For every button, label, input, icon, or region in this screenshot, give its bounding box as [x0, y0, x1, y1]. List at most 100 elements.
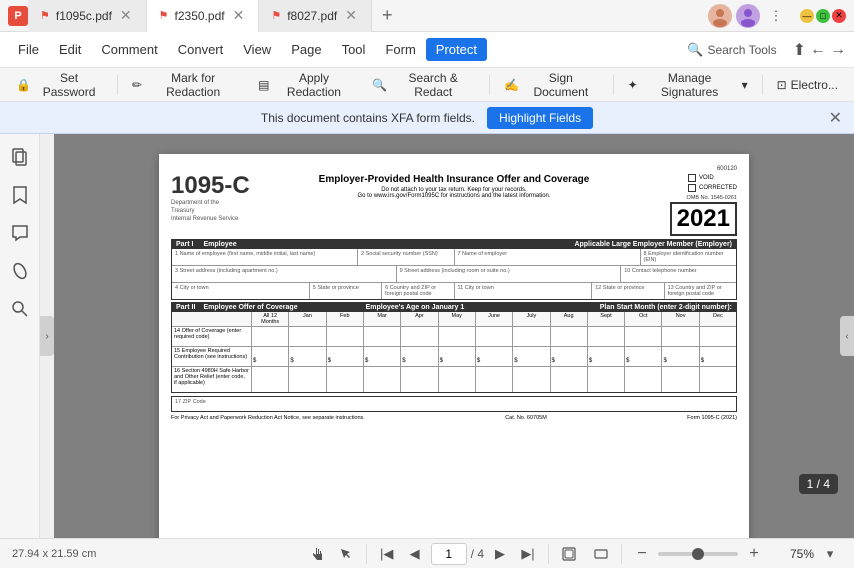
sidebar — [0, 134, 40, 538]
tab-icon-2: ⚑ — [159, 9, 169, 22]
set-password-button[interactable]: 🔒 Set Password — [8, 67, 111, 103]
manage-signatures-button[interactable]: ✦ Manage Signatures ▾ — [620, 67, 756, 103]
sidebar-item-attachment[interactable] — [5, 256, 35, 286]
tab-f1095c[interactable]: ⚑ f1095c.pdf ✕ — [28, 0, 147, 32]
more-options-button[interactable]: ⋮ — [764, 4, 788, 28]
sidebar-item-search[interactable] — [5, 294, 35, 324]
next-page-button[interactable]: ▶ — [488, 542, 512, 566]
zoom-dropdown-button[interactable]: ▾ — [818, 542, 842, 566]
zoom-slider-container[interactable] — [658, 547, 738, 561]
corrected-label: CORRECTED — [699, 185, 737, 191]
tab-f8027[interactable]: ⚑ f8027.pdf ✕ — [259, 0, 372, 32]
share-icon[interactable]: ⬆ — [793, 40, 806, 60]
f16-dec — [700, 367, 736, 392]
maximize-button[interactable]: □ — [816, 9, 830, 23]
tab-f2350[interactable]: ⚑ f2350.pdf ✕ — [147, 0, 260, 32]
forward-icon[interactable]: → — [830, 41, 846, 59]
main-area: › 600120 1095-C Department of the Treasu… — [0, 134, 854, 538]
menu-tool[interactable]: Tool — [332, 38, 376, 61]
tab-filename-3: f8027.pdf — [287, 9, 337, 23]
col-nov: Nov — [662, 312, 699, 326]
right-panel-toggle[interactable]: ‹ — [840, 316, 854, 356]
tab-close-3[interactable]: ✕ — [343, 5, 359, 26]
menu-bar: File Edit Comment Convert View Page Tool… — [0, 32, 854, 68]
col-label — [172, 312, 252, 326]
f15-sep: $ — [588, 347, 625, 366]
notification-close-button[interactable]: ✕ — [829, 108, 842, 128]
f15-jul: $ — [513, 347, 550, 366]
menu-protect[interactable]: Protect — [426, 38, 487, 61]
field-8: 8 Employer identification number (EIN) — [641, 249, 737, 265]
prev-page-button[interactable]: ◀ — [403, 542, 427, 566]
col-mar: Mar — [364, 312, 401, 326]
back-icon[interactable]: ← — [810, 41, 826, 59]
sidebar-item-pages[interactable] — [5, 142, 35, 172]
highlight-fields-button[interactable]: Highlight Fields — [487, 107, 593, 129]
form-title-block: Employer-Provided Health Insurance Offer… — [251, 174, 657, 199]
privacy-note: For Privacy Act and Paperwork Reduction … — [171, 415, 365, 421]
field-11: 11 City or town — [455, 283, 593, 299]
tab-bar: ⚑ f1095c.pdf ✕ ⚑ f2350.pdf ✕ ⚑ f8027.pdf… — [28, 0, 708, 32]
sidebar-item-comment[interactable] — [5, 218, 35, 248]
corrected-checkbox[interactable] — [688, 184, 696, 192]
menu-comment[interactable]: Comment — [91, 38, 167, 61]
dept-label: Department of the Treasury — [171, 200, 241, 216]
left-panel-toggle[interactable]: › — [40, 316, 54, 356]
f14-apr — [401, 327, 438, 346]
mark-redaction-button[interactable]: ✏ Mark for Redaction — [124, 67, 248, 103]
zoom-thumb[interactable] — [692, 548, 704, 560]
void-checkbox[interactable] — [688, 174, 696, 182]
tab-icon-3: ⚑ — [271, 9, 281, 22]
menu-file[interactable]: File — [8, 38, 49, 61]
sign-document-button[interactable]: ✍ Sign Document — [496, 67, 607, 103]
menu-form[interactable]: Form — [375, 38, 425, 61]
form-right-header: VOID CORRECTED OMB No. 1545-0261 2021 — [657, 174, 737, 236]
account-avatar[interactable] — [708, 4, 732, 28]
field-9: 9 Street address (including room or suit… — [397, 266, 622, 282]
tab-filename-1: f1095c.pdf — [56, 9, 112, 23]
f15-oct: $ — [625, 347, 662, 366]
fit-page-button[interactable] — [557, 542, 581, 566]
first-page-button[interactable]: |◀ — [375, 542, 399, 566]
mark-icon: ✏ — [132, 78, 142, 92]
field-1: 1 Name of employee (first name, middle i… — [172, 249, 358, 265]
select-tool-button[interactable] — [334, 542, 358, 566]
minimize-button[interactable]: — — [800, 9, 814, 23]
irs-label: Internal Revenue Service — [171, 216, 241, 224]
f16-apr — [401, 367, 438, 392]
search-redact-button[interactable]: 🔍 Search & Redact — [364, 67, 483, 103]
title-bar-left: P — [8, 6, 28, 26]
electronic-button[interactable]: ⊡ Electro... — [769, 74, 846, 96]
part1-right: Applicable Large Employer Member (Employ… — [574, 241, 732, 248]
tab-close-2[interactable]: ✕ — [231, 5, 247, 26]
f16-jan — [289, 367, 326, 392]
close-button[interactable]: ✕ — [832, 9, 846, 23]
account-avatar-2[interactable] — [736, 4, 760, 28]
page-number-input[interactable] — [431, 543, 467, 565]
last-page-button[interactable]: ▶| — [516, 542, 540, 566]
apply-redaction-button[interactable]: ▤ Apply Redaction — [250, 67, 362, 103]
menu-view[interactable]: View — [233, 38, 281, 61]
zoom-in-button[interactable]: + — [742, 542, 766, 566]
fit-width-button[interactable] — [589, 542, 613, 566]
tab-close-1[interactable]: ✕ — [118, 5, 134, 26]
f14-jun — [476, 327, 513, 346]
field17-section: 17 ZIP Code — [171, 396, 737, 412]
field-2: 2 Social security number (SSN) — [358, 249, 455, 265]
menu-convert[interactable]: Convert — [168, 38, 234, 61]
menu-page[interactable]: Page — [281, 38, 331, 61]
hand-tool-button[interactable] — [306, 542, 330, 566]
sidebar-item-bookmark[interactable] — [5, 180, 35, 210]
f14-oct — [625, 327, 662, 346]
form-id: 600120 — [171, 166, 737, 172]
field-10: 10 Contact telephone number — [621, 266, 736, 282]
field11-label: 11 City or town — [458, 285, 589, 291]
zoom-out-button[interactable]: − — [630, 542, 654, 566]
void-label: VOID — [699, 175, 714, 181]
navigation-controls: |◀ ◀ / 4 ▶ ▶| — [375, 542, 540, 566]
document-page: 600120 1095-C Department of the Treasury… — [159, 154, 749, 538]
add-tab-button[interactable]: + — [372, 5, 403, 26]
irs-info: Department of the Treasury Internal Reve… — [171, 200, 241, 223]
document-content: 600120 1095-C Department of the Treasury… — [54, 134, 854, 538]
menu-edit[interactable]: Edit — [49, 38, 91, 61]
